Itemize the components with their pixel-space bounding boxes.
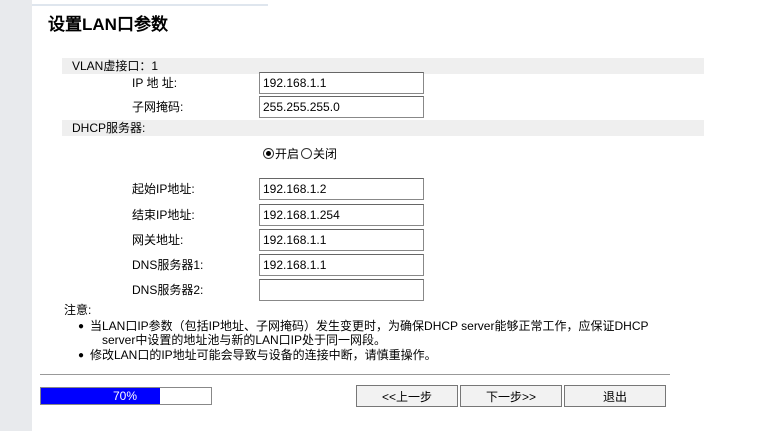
dhcp-toggle-group: 开启 关闭 bbox=[263, 145, 337, 162]
top-divider-line bbox=[32, 4, 268, 6]
end-ip-label: 结束IP地址: bbox=[132, 208, 195, 222]
note-2-line-1: 修改LAN口的IP地址可能会导致与设备的连接中断，请慎重操作。 bbox=[90, 348, 437, 362]
note-1-line-2: server中设置的地址池与新的LAN口IP处于同一网段。 bbox=[102, 333, 387, 347]
dhcp-enable-radio[interactable] bbox=[263, 148, 274, 159]
gateway-label: 网关地址: bbox=[132, 233, 184, 247]
dhcp-disable-label: 关闭 bbox=[313, 147, 338, 161]
ip-address-input[interactable] bbox=[259, 72, 424, 94]
page-title: 设置LAN口参数 bbox=[48, 15, 168, 34]
note-item-1-cont: server中设置的地址池与新的LAN口IP处于同一网段。 bbox=[102, 334, 386, 347]
gateway-input[interactable] bbox=[259, 229, 424, 251]
bullet-icon: ● bbox=[78, 350, 85, 361]
dns1-label: DNS服务器1: bbox=[132, 258, 204, 272]
progress-label: 70% bbox=[113, 389, 138, 403]
note-1-line-1: 当LAN口IP参数（包括IP地址、子网掩码）发生变更时，为确保DHCP serv… bbox=[90, 319, 649, 333]
ip-address-label: IP 地 址: bbox=[132, 76, 178, 90]
start-ip-label: 起始IP地址: bbox=[132, 182, 195, 196]
notes-label: 注意: bbox=[64, 303, 92, 317]
exit-button[interactable]: 退出 bbox=[564, 385, 666, 407]
dns2-label: DNS服务器2: bbox=[132, 283, 204, 297]
vlan-label: VLAN虚接口：1 bbox=[72, 59, 159, 73]
subnet-mask-input[interactable] bbox=[259, 96, 424, 118]
next-step-button[interactable]: 下一步>> bbox=[460, 385, 562, 407]
prev-step-button[interactable]: <<上一步 bbox=[356, 385, 458, 407]
dhcp-disable-radio[interactable] bbox=[301, 148, 313, 159]
end-ip-input[interactable] bbox=[259, 204, 424, 226]
dns1-input[interactable] bbox=[259, 254, 424, 276]
subnet-mask-label: 子网掩码: bbox=[132, 100, 184, 114]
start-ip-input[interactable] bbox=[259, 178, 424, 200]
note-item-1: ● 当LAN口IP参数（包括IP地址、子网掩码）发生变更时，为确保DHCP se… bbox=[78, 319, 649, 333]
footer-divider bbox=[40, 374, 670, 375]
note-item-2: ● 修改LAN口的IP地址可能会导致与设备的连接中断，请慎重操作。 bbox=[78, 348, 437, 362]
dhcp-enable-label: 开启 bbox=[275, 147, 300, 161]
dhcp-server-label: DHCP服务器: bbox=[72, 121, 146, 135]
dhcp-section-band bbox=[62, 120, 704, 136]
left-sidebar-strip bbox=[0, 0, 32, 431]
bullet-icon: ● bbox=[78, 321, 85, 332]
dns2-input[interactable] bbox=[259, 279, 424, 301]
wizard-nav-buttons: <<上一步 下一步>> 退出 bbox=[356, 385, 668, 407]
progress-bar: 70% bbox=[40, 387, 212, 405]
progress-bar-fill bbox=[41, 388, 160, 404]
